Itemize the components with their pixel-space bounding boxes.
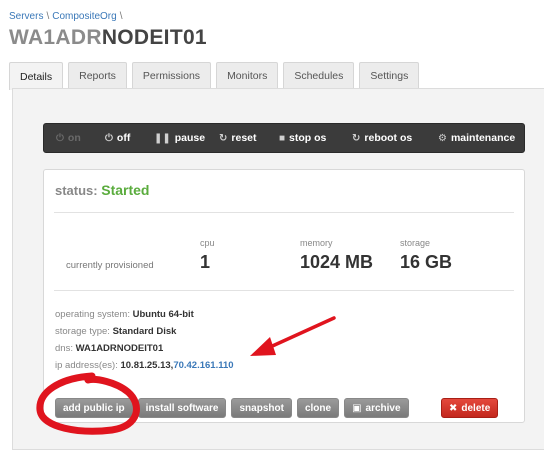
dns-label: dns:: [55, 343, 73, 354]
os-label: operating system:: [55, 309, 130, 320]
reset-button[interactable]: ↻ reset: [219, 132, 257, 144]
reboot-os-button[interactable]: ↻ reboot os: [352, 132, 412, 144]
ip-private: 10.81.25.13: [120, 360, 171, 371]
stop-os-label: stop os: [289, 132, 327, 144]
divider: [54, 290, 514, 291]
breadcrumb: Servers \ CompositeOrg \: [9, 11, 122, 22]
pause-icon: ❚❚: [154, 132, 171, 144]
cpu-stat: cpu 1: [200, 238, 215, 273]
pause-button[interactable]: ❚❚ pause: [154, 132, 205, 144]
storage-label: storage: [400, 238, 431, 248]
clone-button[interactable]: clone: [296, 398, 340, 418]
ip-row: ip address(es): 10.81.25.13,70.42.161.11…: [55, 357, 234, 374]
dns-value: WA1ADRNODEIT01: [75, 343, 164, 354]
breadcrumb-org[interactable]: CompositeOrg: [52, 11, 116, 22]
storage-value: 16 GB: [400, 252, 453, 272]
gears-icon: ⚙: [438, 132, 447, 144]
tab-permissions[interactable]: Permissions: [131, 62, 212, 89]
archive-icon: ▣: [352, 402, 362, 414]
reboot-os-label: reboot os: [364, 132, 413, 144]
provisioned-label: currently provisioned: [66, 260, 154, 271]
storage-type-row: storage type: Standard Disk: [55, 323, 234, 340]
memory-label: memory: [300, 238, 333, 248]
maintenance-label: maintenance: [450, 132, 516, 144]
ip-public-link[interactable]: 70.42.161.110: [173, 360, 233, 371]
dns-row: dns: WA1ADRNODEIT01: [55, 340, 234, 357]
archive-label: archive: [365, 402, 401, 414]
ip-label: ip address(es):: [55, 360, 118, 371]
refresh-icon: ↻: [219, 132, 228, 144]
tab-reports[interactable]: Reports: [68, 62, 127, 89]
divider: [54, 212, 514, 213]
server-name-suffix: NODEIT01: [101, 26, 207, 49]
cpu-label: cpu: [200, 238, 215, 248]
breadcrumb-servers[interactable]: Servers: [9, 11, 43, 22]
breadcrumb-separator: \: [46, 11, 50, 22]
tab-monitors[interactable]: Monitors: [216, 62, 279, 89]
memory-stat: memory 1024 MB: [300, 238, 373, 273]
reset-label: reset: [231, 132, 257, 144]
power-icon: ⏻: [56, 132, 64, 144]
power-off-label: off: [116, 132, 131, 144]
tab-bar: Details Reports Permissions Monitors Sch…: [9, 62, 420, 90]
stop-icon: ■: [279, 132, 286, 144]
memory-value: 1024 MB: [300, 252, 374, 272]
storage-stat: storage 16 GB: [400, 238, 452, 273]
storage-type-label: storage type:: [55, 326, 110, 337]
pause-label: pause: [174, 132, 206, 144]
details-panel: ⏻ on ⏻ off ❚❚ pause ↻ reset ■ stop os ↻ …: [12, 88, 544, 450]
power-toolbar: ⏻ on ⏻ off ❚❚ pause ↻ reset ■ stop os ↻ …: [43, 123, 525, 153]
tab-details[interactable]: Details: [9, 62, 64, 90]
maintenance-button[interactable]: ⚙ maintenance: [438, 132, 515, 144]
tab-settings[interactable]: Settings: [359, 62, 420, 89]
tab-schedules[interactable]: Schedules: [283, 62, 355, 89]
power-on-button[interactable]: ⏻ on: [56, 132, 81, 144]
delete-button[interactable]: ✖ delete: [441, 398, 499, 418]
close-icon: ✖: [449, 402, 458, 414]
power-icon: ⏻: [105, 132, 113, 144]
status-value: Started: [101, 182, 150, 198]
server-name-prefix: WA1ADR: [9, 26, 102, 49]
page-title: WA1ADRNODEIT01: [9, 26, 207, 50]
power-off-button[interactable]: ⏻ off: [105, 132, 130, 144]
os-row: operating system: Ubuntu 64-bit: [55, 306, 234, 323]
snapshot-button[interactable]: snapshot: [231, 398, 292, 418]
server-card: status: Started currently provisioned cp…: [43, 169, 525, 423]
archive-button[interactable]: ▣ archive: [344, 398, 409, 418]
refresh-icon: ↻: [352, 132, 361, 144]
os-value: Ubuntu 64-bit: [132, 309, 194, 320]
delete-label: delete: [461, 402, 491, 414]
server-details: operating system: Ubuntu 64-bit storage …: [55, 306, 234, 374]
status-label: status:: [55, 183, 98, 198]
stop-os-button[interactable]: ■ stop os: [279, 132, 326, 144]
action-buttons: add public ip install software snapshot …: [55, 398, 409, 418]
power-on-label: on: [67, 132, 81, 144]
install-software-button[interactable]: install software: [137, 398, 227, 418]
status-line: status: Started: [55, 182, 149, 198]
cpu-value: 1: [200, 252, 211, 272]
add-public-ip-button[interactable]: add public ip: [55, 398, 133, 418]
breadcrumb-separator: \: [119, 11, 123, 22]
storage-type-value: Standard Disk: [112, 326, 177, 337]
